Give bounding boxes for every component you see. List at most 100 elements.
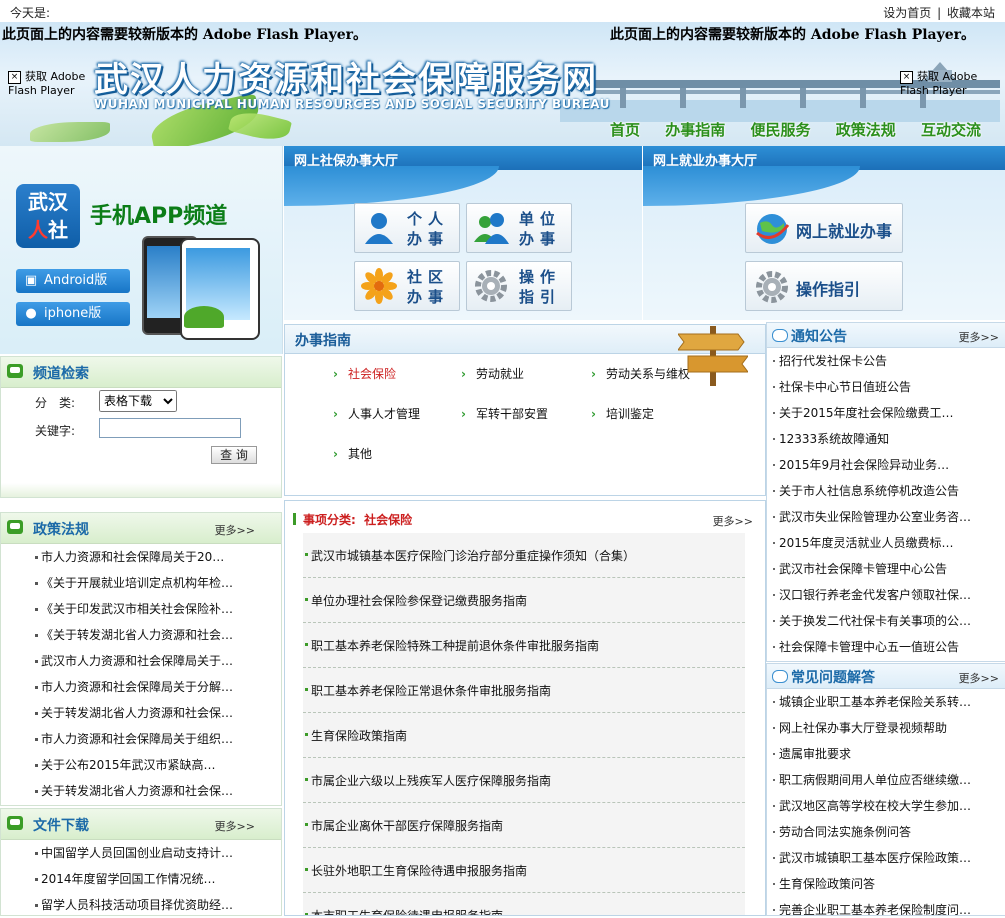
- list-item[interactable]: 武汉市人力资源和社会保障局关于…: [1, 648, 281, 674]
- list-item[interactable]: 职工基本养老保险特殊工种提前退休条件审批服务指南: [303, 623, 745, 668]
- app-channel-title: 手机APP频道: [90, 204, 228, 229]
- search-button[interactable]: 查 询: [211, 446, 257, 464]
- notices-box: 通知公告 更多>> 招行代发社保卡公告 社保卡中心节日值班公告 关于2015年度社会…: [766, 322, 1005, 662]
- list-item[interactable]: 关于转发湖北省人力资源和社会保…: [1, 778, 281, 804]
- android-button[interactable]: ▣ Android版: [16, 269, 130, 293]
- list-item[interactable]: 生育保险政策问答: [767, 871, 1005, 897]
- list-item[interactable]: 职工基本养老保险正常退休条件审批服务指南: [303, 668, 745, 713]
- list-item[interactable]: 留学人员科技活动项目择优资助经…: [1, 892, 281, 918]
- nav-interact[interactable]: 互动交流: [921, 121, 981, 139]
- list-item[interactable]: 本市职工生育保险待遇申报服务指南: [303, 893, 745, 916]
- bookmark-link[interactable]: 收藏本站: [947, 6, 995, 20]
- list-item-label: 本市职工生育保险待遇申报服务指南: [311, 909, 504, 916]
- nav-policy[interactable]: 政策法规: [836, 121, 896, 139]
- list-item[interactable]: 汉口银行养老金代发客户领取社保…: [767, 582, 1005, 608]
- list-item[interactable]: 中国留学人员回国创业启动支持计…: [1, 840, 281, 866]
- list-item[interactable]: 关于市人社信息系统停机改造公告: [767, 478, 1005, 504]
- get-flash-link-right[interactable]: × 获取 Adobe Flash Player: [900, 68, 1000, 97]
- policy-more-link[interactable]: 更多>>: [215, 522, 255, 538]
- chevron-right-icon: ›: [461, 407, 466, 421]
- community-service-button[interactable]: 社区办事: [354, 261, 460, 311]
- banner: 此页面上的内容需要较新版本的 Adobe Flash Player。 此页面上的…: [0, 22, 1005, 146]
- guide-item[interactable]: › 军转干部安置: [461, 405, 548, 422]
- guide-item[interactable]: › 社会保险: [333, 365, 396, 382]
- downloads-more-link[interactable]: 更多>>: [215, 818, 255, 834]
- guide-item-label: 人事人才管理: [347, 407, 420, 421]
- list-item[interactable]: 市人力资源和社会保障局关于20…: [1, 544, 281, 570]
- list-item[interactable]: 城镇企业职工基本养老保险关系转…: [767, 689, 1005, 715]
- list-item[interactable]: 网上社保办事大厅登录视频帮助: [767, 715, 1005, 741]
- top-bar: 今天是: 设为首页 | 收藏本站: [0, 0, 1005, 23]
- nav-services[interactable]: 便民服务: [750, 121, 810, 139]
- employment-guide-button[interactable]: 操作指引: [745, 261, 903, 311]
- faq-more-link[interactable]: 更多>>: [959, 670, 999, 686]
- list-item[interactable]: 职工病假期间用人单位应否继续缴…: [767, 767, 1005, 793]
- service-item-list: 事项分类: 社会保险 更多>> 武汉市城镇基本医疗保险门诊治疗部分重症操作须知（…: [284, 500, 766, 916]
- personal-service-button[interactable]: 个人办事: [354, 203, 460, 253]
- list-item[interactable]: 《关于印发武汉市相关社会保险补…: [1, 596, 281, 622]
- search-box-title: 频道检索: [33, 366, 89, 382]
- guide-item[interactable]: › 其他: [333, 445, 372, 462]
- list-item-label: 武汉市城镇基本医疗保险门诊治疗部分重症操作须知（合集）: [311, 549, 636, 563]
- list-item-label: 职工基本养老保险特殊工种提前退休条件审批服务指南: [311, 639, 600, 653]
- list-item[interactable]: 关于换发二代社保卡有关事项的公…: [767, 608, 1005, 634]
- hall-title: 网上就业办事大厅: [653, 154, 758, 169]
- list-item[interactable]: 武汉市失业保险管理办公室业务咨…: [767, 504, 1005, 530]
- list-more-link[interactable]: 更多>>: [713, 513, 753, 529]
- list-item[interactable]: 武汉地区高等学校在校大学生参加…: [767, 793, 1005, 819]
- list-item[interactable]: 武汉市城镇基本医疗保险门诊治疗部分重症操作须知（合集）: [303, 533, 745, 578]
- gear-icon: [475, 270, 507, 302]
- list-item[interactable]: 长驻外地职工生育保险待遇申报服务指南: [303, 848, 745, 893]
- chat-icon: [772, 329, 788, 342]
- list-item[interactable]: 武汉市城镇职工基本医疗保险政策…: [767, 845, 1005, 871]
- list-item[interactable]: 关于转发湖北省人力资源和社会保…: [1, 700, 281, 726]
- list-item[interactable]: 社会保障卡管理中心五一值班公告: [767, 634, 1005, 660]
- list-item[interactable]: 关于2015年度社会保险缴费工…: [767, 400, 1005, 426]
- site-title: 武汉人力资源和社会保障服务网: [94, 60, 598, 100]
- list-item[interactable]: 市属企业六级以上残疾军人医疗保障服务指南: [303, 758, 745, 803]
- guide-item[interactable]: › 培训鉴定: [591, 405, 654, 422]
- keyword-input[interactable]: [99, 418, 241, 438]
- list-item[interactable]: 单位办理社会保险参保登记缴费服务指南: [303, 578, 745, 623]
- list-item[interactable]: 市人力资源和社会保障局关于组织…: [1, 726, 281, 752]
- social-security-hall: 网上社保办事大厅 个人办事 单位办事 社区办事 操作指引: [284, 146, 642, 320]
- list-item[interactable]: 《关于开展就业培训定点机构年检…: [1, 570, 281, 596]
- list-item[interactable]: 市人力资源和社会保障局关于分解…: [1, 674, 281, 700]
- list-item[interactable]: 《关于转发湖北省人力资源和社会…: [1, 622, 281, 648]
- list-item[interactable]: 关于公布2015年武汉市紧缺高…: [1, 752, 281, 778]
- globe-icon: [756, 214, 790, 244]
- policy-list: 市人力资源和社会保障局关于20… 《关于开展就业培训定点机构年检… 《关于印发武汉市…: [1, 544, 281, 804]
- guide-item[interactable]: › 劳动关系与维权: [591, 365, 690, 382]
- list-item[interactable]: 生育保险政策指南: [303, 713, 745, 758]
- signpost-icon: [678, 326, 748, 386]
- list-item[interactable]: 招行代发社保卡公告: [767, 348, 1005, 374]
- list-item-label: 生育保险政策指南: [311, 729, 408, 743]
- list-item[interactable]: 遗属审批要求: [767, 741, 1005, 767]
- list-item[interactable]: 2015年度灵活就业人员缴费标…: [767, 530, 1005, 556]
- list-item[interactable]: 劳动合同法实施条例问答: [767, 819, 1005, 845]
- nav-home[interactable]: 首页: [610, 121, 640, 139]
- guide-item[interactable]: › 人事人才管理: [333, 405, 420, 422]
- category-select[interactable]: 表格下载: [99, 390, 177, 412]
- online-employment-button[interactable]: 网上就业办事: [745, 203, 903, 253]
- list-item[interactable]: 2014年度留学回国工作情况统…: [1, 866, 281, 892]
- guide-item[interactable]: › 劳动就业: [461, 365, 524, 382]
- set-home-link[interactable]: 设为首页: [883, 6, 931, 20]
- list-item[interactable]: 2015年9月社会保险异动业务…: [767, 452, 1005, 478]
- list-item[interactable]: 完善企业职工基本养老保险制度问…: [767, 897, 1005, 915]
- broken-image-icon: ×: [900, 70, 913, 84]
- notices-more-link[interactable]: 更多>>: [959, 329, 999, 345]
- list-item[interactable]: 社保卡中心节日值班公告: [767, 374, 1005, 400]
- faq-list: 城镇企业职工基本养老保险关系转… 网上社保办事大厅登录视频帮助 遗属审批要求 职工病假…: [767, 689, 1005, 915]
- nav-guide[interactable]: 办事指南: [665, 121, 725, 139]
- list-item[interactable]: 市属企业离休干部医疗保障服务指南: [303, 803, 745, 848]
- unit-service-button[interactable]: 单位办事: [466, 203, 572, 253]
- operation-guide-button[interactable]: 操作指引: [466, 261, 572, 311]
- flash-notice-right: 此页面上的内容需要较新版本的 Adobe Flash Player。: [610, 27, 976, 43]
- app-channel-panel: 武汉 人社 手机APP频道 ▣ Android版 ● iphone版: [0, 146, 283, 354]
- flower-icon: [361, 268, 397, 304]
- list-item[interactable]: 12333系统故障通知: [767, 426, 1005, 452]
- iphone-button[interactable]: ● iphone版: [16, 302, 130, 326]
- get-flash-link-left[interactable]: × 获取 Adobe Flash Player: [8, 68, 108, 97]
- list-item[interactable]: 武汉市社会保障卡管理中心公告: [767, 556, 1005, 582]
